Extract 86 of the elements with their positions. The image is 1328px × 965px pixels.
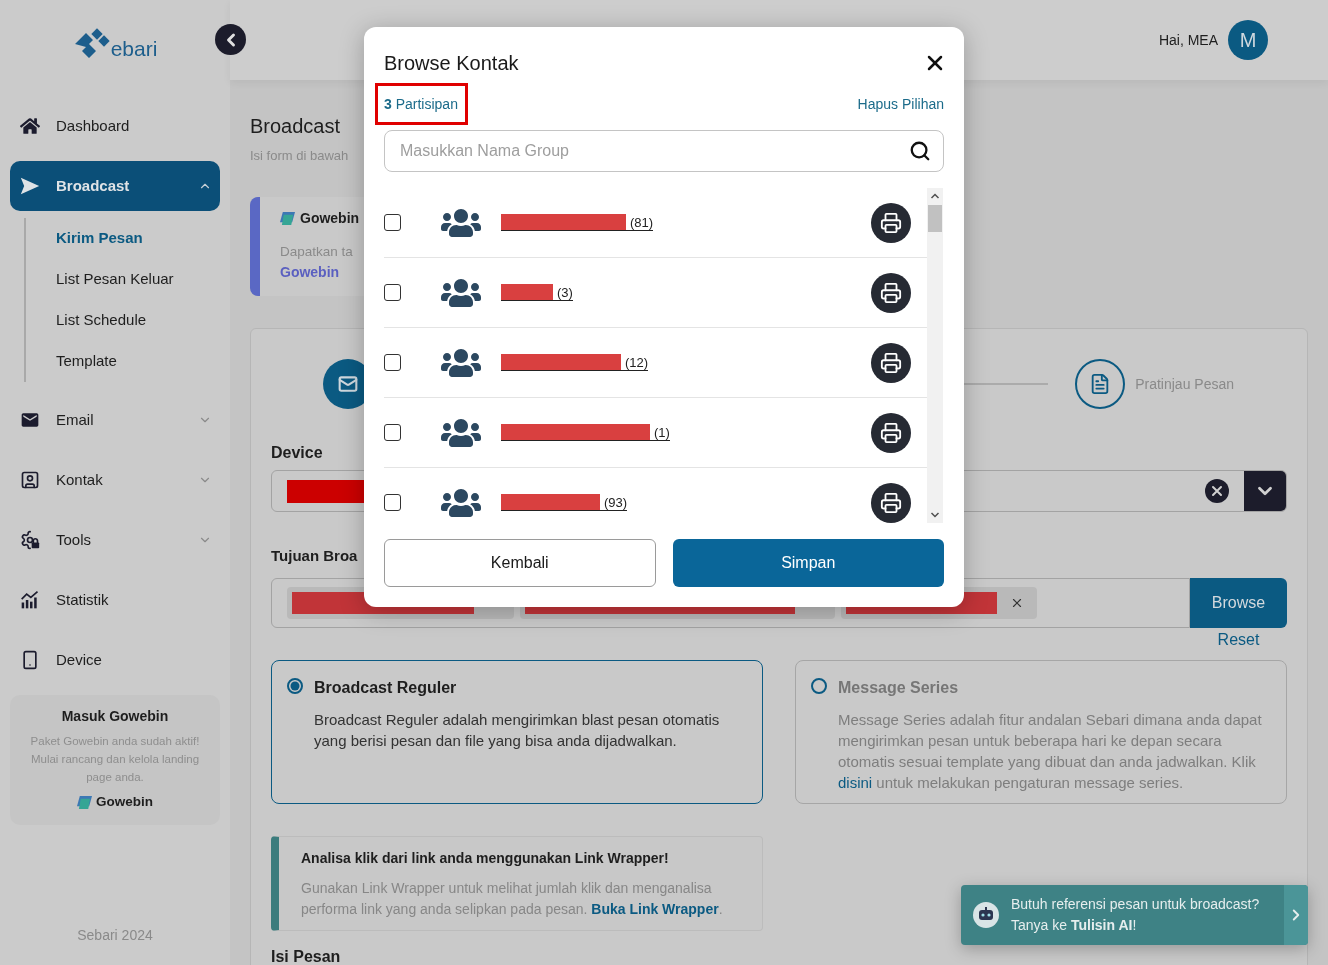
send-icon	[20, 176, 40, 196]
ai-suggestion-toast[interactable]: Butuh referensi pesan untuk broadcast? Tanya ke Tulisin AI!	[961, 885, 1308, 945]
radio-button[interactable]	[811, 678, 827, 694]
scrollbar[interactable]	[927, 188, 943, 523]
sub-nav-item[interactable]: Template	[56, 341, 117, 382]
print-button[interactable]	[871, 202, 911, 243]
clear-selection-link[interactable]: Hapus Pilihan	[857, 93, 944, 115]
printer-icon	[880, 421, 902, 444]
dropdown-button[interactable]	[1244, 471, 1286, 511]
gear-lock-icon	[20, 530, 40, 550]
page-title: Broadcast	[250, 114, 341, 139]
nav-item[interactable]: Dashboard	[10, 101, 220, 151]
option-description: Message Series adalah fitur andalan Sebari dimana anda dapat mengirimkan pesan untuk beberapa hari ke depan secara otomatis sesuai template yang dibuat dan anda jadwalkan. Klik disini untuk melakukan pengaturan message series.	[838, 710, 1263, 793]
sub-nav-item[interactable]: List Pesan Keluar	[56, 259, 174, 300]
group-link[interactable]: (12)	[501, 354, 649, 371]
group-icon	[441, 486, 481, 519]
group-link[interactable]: (81)	[501, 214, 654, 231]
tip-text: Gunakan Link Wrapper untuk melihat jumlah klik dan menganalisa performa link yang anda selipkan pada pesan. Buka Link Wrapper.	[301, 879, 724, 919]
search-icon[interactable]	[909, 140, 931, 162]
footer-text: Sebari 2024	[77, 926, 153, 945]
home-icon	[20, 116, 40, 136]
field-label: Device	[271, 443, 323, 463]
clear-icon[interactable]	[1205, 479, 1229, 503]
logo-mark-icon	[280, 210, 295, 226]
envelope-icon	[338, 374, 358, 394]
link-wrapper-link[interactable]: Buka Link Wrapper	[591, 901, 719, 917]
group-link[interactable]: (93)	[501, 494, 628, 511]
radio-button[interactable]	[287, 678, 303, 694]
checkbox[interactable]	[384, 354, 401, 371]
checkbox[interactable]	[384, 214, 401, 231]
option-description: Broadcast Reguler adalah mengirimkan blast pesan otomatis yang berisi pesan dan file yang bisa anda dijadwalkan.	[314, 710, 721, 751]
field-label: Tujuan Broa	[271, 546, 358, 566]
save-button[interactable]: Simpan	[672, 539, 944, 587]
section-title: Isi Pesan	[271, 947, 341, 965]
group-icon	[441, 416, 481, 449]
group-link[interactable]: (3)	[501, 284, 573, 301]
modal-title: Browse Kontak	[384, 51, 519, 76]
promo-title: Masuk Gowebin	[61, 707, 169, 725]
selected-count: 3 Partisipan	[384, 94, 458, 114]
print-button[interactable]	[871, 482, 911, 523]
logo-mark-icon	[77, 794, 92, 810]
sub-nav-item[interactable]: List Schedule	[56, 300, 147, 341]
greeting-text: Hai, MEA	[1158, 30, 1218, 50]
nav-item[interactable]: Device	[10, 635, 220, 685]
checkbox[interactable]	[384, 424, 401, 441]
toast-text: Butuh referensi pesan untuk broadcast? Tanya ke Tulisin AI!	[1011, 895, 1261, 935]
group-icon	[441, 276, 481, 309]
nav-item[interactable]: Statistik	[10, 575, 220, 625]
printer-icon	[880, 351, 902, 374]
tip-title: Analisa klik dari link anda menggunakan Link Wrapper!	[301, 849, 669, 868]
option-title: Broadcast Reguler	[314, 678, 457, 698]
print-button[interactable]	[871, 272, 911, 313]
nav-item[interactable]: Broadcast	[10, 161, 220, 211]
contact-icon	[20, 470, 40, 490]
search-field[interactable]: Masukkan Nama Group	[384, 130, 944, 172]
remove-icon[interactable]	[1010, 596, 1024, 610]
back-button[interactable]: Kembali	[384, 539, 656, 587]
checkbox[interactable]	[384, 494, 401, 511]
smartphone-icon	[20, 650, 40, 670]
group-icon	[441, 346, 481, 379]
envelope-icon	[20, 410, 40, 430]
group-icon	[441, 206, 481, 239]
reset-link[interactable]: Reset	[1190, 629, 1287, 651]
printer-icon	[880, 211, 902, 234]
browse-button[interactable]: Browse	[1190, 578, 1287, 628]
printer-icon	[880, 281, 902, 304]
group-link[interactable]: (1)	[501, 424, 670, 441]
option-link[interactable]: disini	[838, 774, 873, 791]
logo-text: ebari	[110, 37, 158, 61]
nav-item[interactable]: Email	[10, 395, 220, 445]
printer-icon	[880, 491, 902, 514]
print-button[interactable]	[871, 412, 911, 453]
print-button[interactable]	[871, 342, 911, 383]
brand-name: Gowebin	[300, 208, 360, 228]
banner-text: Dapatkan ta	[280, 243, 353, 261]
nav-item[interactable]: Kontak	[10, 455, 220, 505]
option-title: Message Series	[838, 678, 959, 698]
nav-item[interactable]: Tools	[10, 515, 220, 565]
sub-nav-item[interactable]: Kirim Pesan	[56, 218, 143, 259]
page-subtitle: Isi form di bawah	[250, 147, 349, 165]
avatar[interactable]: M	[1228, 20, 1268, 60]
robot-icon	[973, 902, 999, 928]
brand-name: Gowebin	[96, 792, 153, 811]
step-label: Pratinjau Pesan	[1135, 374, 1234, 394]
checkbox[interactable]	[384, 284, 401, 301]
bar-chart-icon	[20, 590, 40, 610]
